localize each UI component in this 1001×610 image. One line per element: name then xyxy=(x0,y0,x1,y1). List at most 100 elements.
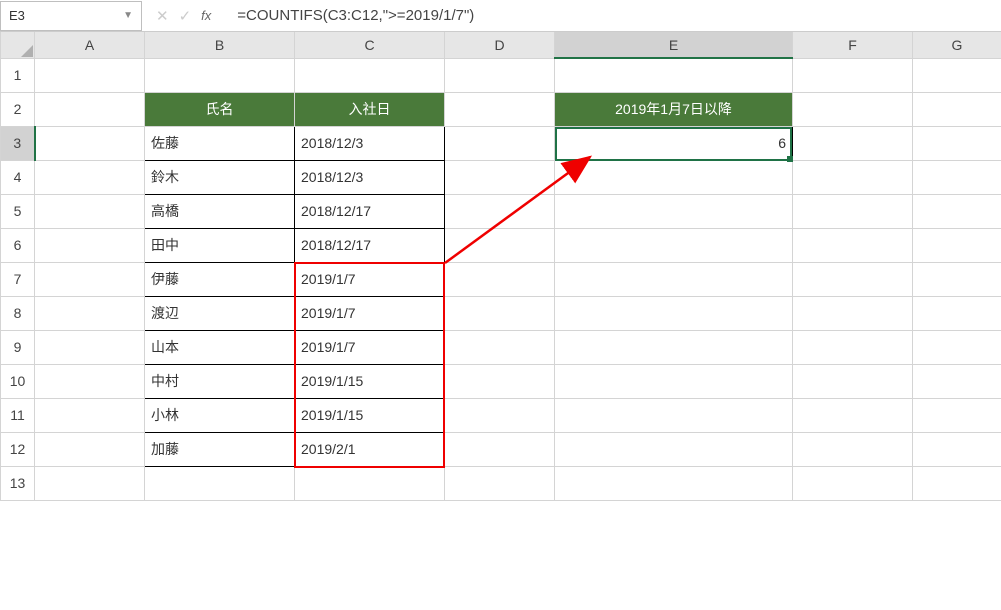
cell-C12[interactable]: 2019/2/1 xyxy=(295,432,445,466)
cell-C10[interactable]: 2019/1/15 xyxy=(295,364,445,398)
header-date[interactable]: 入社日 xyxy=(295,92,445,126)
chevron-down-icon[interactable]: ▼ xyxy=(123,10,133,21)
cell-E13[interactable] xyxy=(555,466,793,500)
cell-C8[interactable]: 2019/1/7 xyxy=(295,296,445,330)
cell-C5[interactable]: 2018/12/17 xyxy=(295,194,445,228)
cell-F2[interactable] xyxy=(793,92,913,126)
row-header-4[interactable]: 4 xyxy=(1,160,35,194)
cell-A13[interactable] xyxy=(35,466,145,500)
cell-B10[interactable]: 中村 xyxy=(145,364,295,398)
row-header-5[interactable]: 5 xyxy=(1,194,35,228)
cell-C13[interactable] xyxy=(295,466,445,500)
cell-D5[interactable] xyxy=(445,194,555,228)
cell-A1[interactable] xyxy=(35,58,145,92)
row-header-13[interactable]: 13 xyxy=(1,466,35,500)
cell-G10[interactable] xyxy=(913,364,1001,398)
cell-A9[interactable] xyxy=(35,330,145,364)
cell-D7[interactable] xyxy=(445,262,555,296)
cell-A7[interactable] xyxy=(35,262,145,296)
col-header-F[interactable]: F xyxy=(793,32,913,58)
cell-G2[interactable] xyxy=(913,92,1001,126)
cell-B12[interactable]: 加藤 xyxy=(145,432,295,466)
cell-F6[interactable] xyxy=(793,228,913,262)
cell-F7[interactable] xyxy=(793,262,913,296)
cell-A8[interactable] xyxy=(35,296,145,330)
cell-B9[interactable]: 山本 xyxy=(145,330,295,364)
cell-E3[interactable]: 6 xyxy=(555,126,793,160)
col-header-D[interactable]: D xyxy=(445,32,555,58)
row-header-10[interactable]: 10 xyxy=(1,364,35,398)
cell-A4[interactable] xyxy=(35,160,145,194)
row-header-12[interactable]: 12 xyxy=(1,432,35,466)
cell-G11[interactable] xyxy=(913,398,1001,432)
cell-E4[interactable] xyxy=(555,160,793,194)
col-header-G[interactable]: G xyxy=(913,32,1001,58)
cell-A2[interactable] xyxy=(35,92,145,126)
row-header-11[interactable]: 11 xyxy=(1,398,35,432)
cell-D4[interactable] xyxy=(445,160,555,194)
cell-G4[interactable] xyxy=(913,160,1001,194)
cell-G7[interactable] xyxy=(913,262,1001,296)
cell-A3[interactable] xyxy=(35,126,145,160)
cell-G3[interactable] xyxy=(913,126,1001,160)
cell-C9[interactable]: 2019/1/7 xyxy=(295,330,445,364)
cell-C3[interactable]: 2018/12/3 xyxy=(295,126,445,160)
col-header-A[interactable]: A xyxy=(35,32,145,58)
row-header-1[interactable]: 1 xyxy=(1,58,35,92)
formula-input[interactable]: =COUNTIFS(C3:C12,">=2019/1/7") xyxy=(233,7,1001,24)
spreadsheet-grid[interactable]: A B C D E F G 1 2 氏名 入社日 2019年1月7日以降 3 佐… xyxy=(0,32,1001,501)
cell-E5[interactable] xyxy=(555,194,793,228)
cell-B13[interactable] xyxy=(145,466,295,500)
cell-C7[interactable]: 2019/1/7 xyxy=(295,262,445,296)
cell-F1[interactable] xyxy=(793,58,913,92)
cell-D8[interactable] xyxy=(445,296,555,330)
cell-G13[interactable] xyxy=(913,466,1001,500)
cell-G12[interactable] xyxy=(913,432,1001,466)
cell-E11[interactable] xyxy=(555,398,793,432)
cell-C6[interactable]: 2018/12/17 xyxy=(295,228,445,262)
col-header-C[interactable]: C xyxy=(295,32,445,58)
cell-B4[interactable]: 鈴木 xyxy=(145,160,295,194)
cell-F11[interactable] xyxy=(793,398,913,432)
cell-A6[interactable] xyxy=(35,228,145,262)
cell-E7[interactable] xyxy=(555,262,793,296)
cell-G9[interactable] xyxy=(913,330,1001,364)
cell-D10[interactable] xyxy=(445,364,555,398)
cell-A12[interactable] xyxy=(35,432,145,466)
header-name[interactable]: 氏名 xyxy=(145,92,295,126)
cell-F10[interactable] xyxy=(793,364,913,398)
cell-E12[interactable] xyxy=(555,432,793,466)
row-header-6[interactable]: 6 xyxy=(1,228,35,262)
cell-B7[interactable]: 伊藤 xyxy=(145,262,295,296)
name-box[interactable]: E3 ▼ xyxy=(0,1,142,31)
cell-D6[interactable] xyxy=(445,228,555,262)
row-header-2[interactable]: 2 xyxy=(1,92,35,126)
row-header-7[interactable]: 7 xyxy=(1,262,35,296)
cell-E9[interactable] xyxy=(555,330,793,364)
fx-icon[interactable]: fx xyxy=(201,8,219,23)
col-header-E[interactable]: E xyxy=(555,32,793,58)
cell-D11[interactable] xyxy=(445,398,555,432)
cell-F4[interactable] xyxy=(793,160,913,194)
header-result[interactable]: 2019年1月7日以降 xyxy=(555,92,793,126)
cell-B3[interactable]: 佐藤 xyxy=(145,126,295,160)
cell-F8[interactable] xyxy=(793,296,913,330)
cell-E8[interactable] xyxy=(555,296,793,330)
cell-B1[interactable] xyxy=(145,58,295,92)
cell-F13[interactable] xyxy=(793,466,913,500)
cell-E1[interactable] xyxy=(555,58,793,92)
cell-G1[interactable] xyxy=(913,58,1001,92)
cell-A5[interactable] xyxy=(35,194,145,228)
cell-G5[interactable] xyxy=(913,194,1001,228)
select-all-corner[interactable] xyxy=(1,32,35,58)
cell-D13[interactable] xyxy=(445,466,555,500)
cell-F12[interactable] xyxy=(793,432,913,466)
row-header-3[interactable]: 3 xyxy=(1,126,35,160)
cell-E10[interactable] xyxy=(555,364,793,398)
cell-C4[interactable]: 2018/12/3 xyxy=(295,160,445,194)
cell-A10[interactable] xyxy=(35,364,145,398)
cell-A11[interactable] xyxy=(35,398,145,432)
cell-F3[interactable] xyxy=(793,126,913,160)
cell-D1[interactable] xyxy=(445,58,555,92)
cell-D9[interactable] xyxy=(445,330,555,364)
